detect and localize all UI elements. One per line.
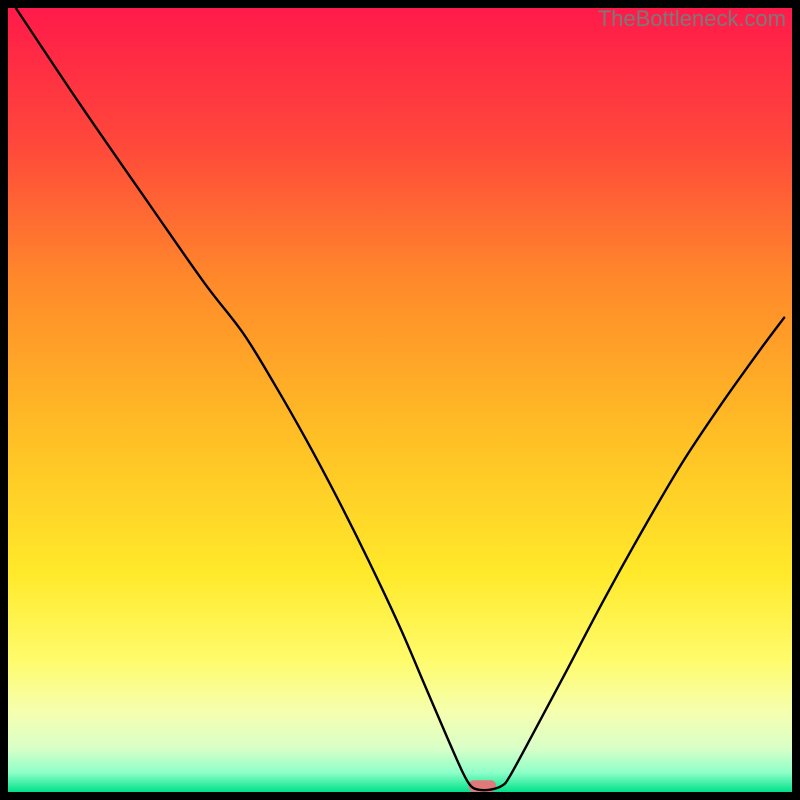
watermark-text: TheBottleneck.com xyxy=(598,6,786,32)
bottleneck-chart xyxy=(0,0,800,800)
plot-area xyxy=(8,8,792,792)
chart-container: TheBottleneck.com xyxy=(0,0,800,800)
